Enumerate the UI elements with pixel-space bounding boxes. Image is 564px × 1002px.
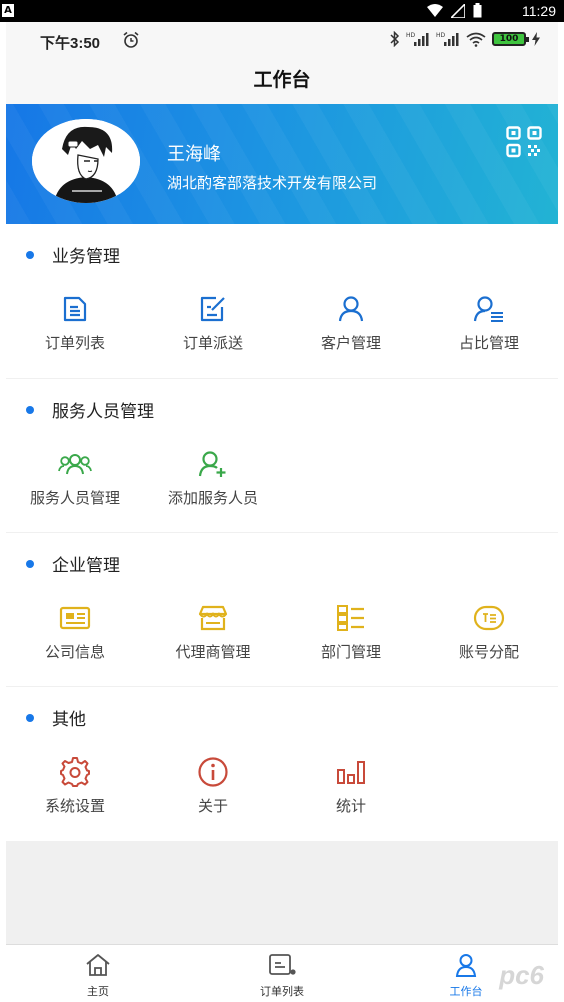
menu-item-label: 系统设置 xyxy=(44,797,105,815)
menu-item-label: 订单列表 xyxy=(44,334,105,352)
section-title: 业务管理 xyxy=(52,247,120,267)
menu-item-label: 订单派送 xyxy=(182,334,243,352)
user-list-icon xyxy=(473,296,503,322)
bluetooth-icon xyxy=(390,31,400,47)
system-indicators xyxy=(427,3,482,18)
hd-signal-icon: HD xyxy=(436,32,459,46)
tab-order-list[interactable]: 订单列表 xyxy=(190,945,374,1002)
hd-signal-icon: HD xyxy=(406,32,429,46)
company-name: 湖北酌客部落技术开发有限公司 xyxy=(167,174,378,192)
home-icon xyxy=(86,954,110,976)
section-title: 企业管理 xyxy=(52,556,120,576)
section-staff: 服务人员管理 服务人员管理 添加服务人员 xyxy=(6,379,558,532)
document-list-icon xyxy=(63,296,87,322)
svg-text:HD: HD xyxy=(436,32,446,39)
user-name: 王海峰 xyxy=(167,144,221,165)
system-clock: 11:29 xyxy=(522,3,556,19)
wifi-icon xyxy=(427,3,443,17)
menu-item-company-info[interactable]: 公司信息 xyxy=(6,601,144,662)
menu-item-label: 占比管理 xyxy=(458,334,519,352)
menu-item-label: 客户管理 xyxy=(320,334,381,352)
page-title: 工作台 xyxy=(253,69,311,91)
page-header: 工作台 xyxy=(6,60,558,104)
menu-item-label: 关于 xyxy=(197,797,228,815)
signal-icon xyxy=(451,3,465,18)
menu-item-about[interactable]: 关于 xyxy=(144,755,282,816)
order-list-icon xyxy=(269,954,296,975)
id-card-icon xyxy=(59,606,91,630)
section-other: 其他 系统设置 关于 统计 xyxy=(6,687,558,841)
tab-label: 主页 xyxy=(87,985,109,998)
menu-item-label: 统计 xyxy=(335,797,366,815)
phone-clock: 下午3:50 xyxy=(40,35,101,52)
user-group-icon xyxy=(58,454,92,475)
phone-status-bar: 下午3:50 HD HD 100 xyxy=(6,22,558,60)
menu-item-label: 代理商管理 xyxy=(175,643,251,661)
section-title: 服务人员管理 xyxy=(52,402,154,422)
alarm-icon xyxy=(123,31,139,48)
notification-badge: A xyxy=(2,4,14,17)
menu-item-ratio-management[interactable]: 占比管理 xyxy=(420,292,558,353)
section-header: 企业管理 xyxy=(26,551,120,576)
bottom-tab-bar: 主页 订单列表 工作台 xyxy=(6,944,558,1002)
menu-item-account-allocation[interactable]: 账号分配 xyxy=(420,601,558,662)
battery-indicator: 100 xyxy=(492,32,529,46)
info-icon xyxy=(198,757,228,787)
edit-document-icon xyxy=(200,296,225,322)
wifi-icon xyxy=(466,32,486,47)
add-user-icon xyxy=(198,451,226,477)
section-enterprise: 企业管理 公司信息 代理商管理 部门管理 账号分配 xyxy=(6,533,558,686)
menu-item-customer-management[interactable]: 客户管理 xyxy=(282,292,420,353)
charging-icon xyxy=(532,32,540,46)
grid-list-icon xyxy=(337,605,364,631)
watermark-logo: pc6 xyxy=(499,960,544,990)
bullet-dot xyxy=(26,559,34,568)
bullet-dot xyxy=(26,713,34,722)
user-icon xyxy=(455,954,477,977)
app-screen: 下午3:50 HD HD 100 工作台 王海峰 湖北酌客部落技术开发有限公司 … xyxy=(6,22,558,1002)
menu-item-add-staff[interactable]: 添加服务人员 xyxy=(144,447,282,508)
account-badge-icon xyxy=(473,605,505,631)
tab-home[interactable]: 主页 xyxy=(6,945,190,1002)
section-title: 其他 xyxy=(52,710,86,730)
store-icon xyxy=(198,605,228,631)
gear-icon xyxy=(60,757,90,787)
section-header: 其他 xyxy=(26,705,86,730)
menu-item-system-settings[interactable]: 系统设置 xyxy=(6,755,144,816)
phone-indicators: HD HD 100 xyxy=(390,31,540,47)
menu-item-order-dispatch[interactable]: 订单派送 xyxy=(144,292,282,353)
menu-item-label: 服务人员管理 xyxy=(29,489,120,507)
menu-item-staff-management[interactable]: 服务人员管理 xyxy=(6,447,144,508)
qr-code-icon[interactable] xyxy=(506,126,542,158)
menu-item-agent-management[interactable]: 代理商管理 xyxy=(144,601,282,662)
section-header: 业务管理 xyxy=(26,242,120,267)
menu-item-label: 账号分配 xyxy=(458,643,519,661)
bar-chart-icon xyxy=(337,761,365,784)
avatar[interactable] xyxy=(32,119,140,203)
battery-icon xyxy=(473,3,482,18)
bullet-dot xyxy=(26,405,34,414)
menu-item-label: 公司信息 xyxy=(44,643,105,661)
menu-item-order-list[interactable]: 订单列表 xyxy=(6,292,144,353)
section-header: 服务人员管理 xyxy=(26,397,154,422)
menu-item-statistics[interactable]: 统计 xyxy=(282,755,420,816)
profile-banner[interactable]: 王海峰 湖北酌客部落技术开发有限公司 xyxy=(6,104,558,224)
menu-item-department-management[interactable]: 部门管理 xyxy=(282,601,420,662)
svg-text:HD: HD xyxy=(406,32,416,39)
system-status-bar: A 11:29 xyxy=(0,0,564,22)
tab-label: 订单列表 xyxy=(260,985,304,998)
menu-item-label: 添加服务人员 xyxy=(167,489,258,507)
section-business: 业务管理 订单列表 订单派送 客户管理 占比管理 xyxy=(6,224,558,378)
menu-item-label: 部门管理 xyxy=(320,643,381,661)
user-icon xyxy=(338,296,364,322)
avatar-illustration xyxy=(32,119,140,203)
bullet-dot xyxy=(26,250,34,259)
